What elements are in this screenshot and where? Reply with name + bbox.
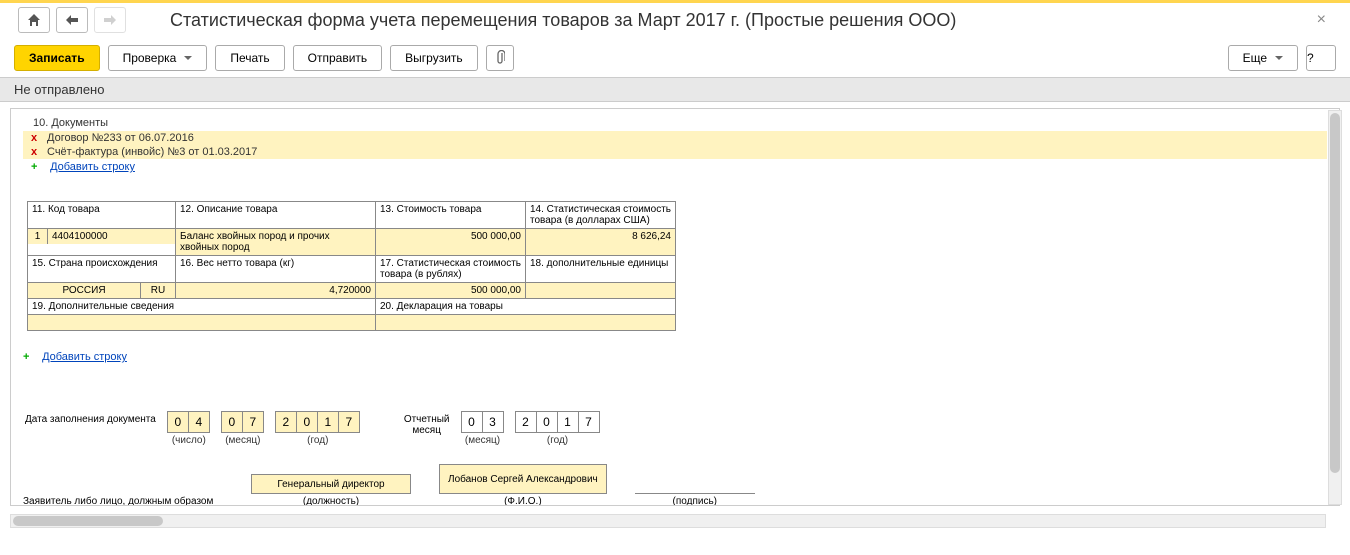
form-content: 10. Документы x Договор №233 от 06.07.20… [10, 108, 1340, 506]
col-11-header: 11. Код товара [28, 202, 176, 229]
add-goods-row-link[interactable]: Добавить строку [42, 351, 127, 363]
fill-date-label: Дата заполнения документа [25, 411, 156, 425]
row-number: 1 [28, 229, 48, 244]
weight-cell[interactable]: 4,720000 [176, 283, 376, 299]
goods-stat-usd-cell[interactable]: 8 626,24 [526, 229, 676, 256]
decl-cell[interactable] [376, 315, 676, 331]
check-button[interactable]: Проверка [108, 45, 208, 71]
extra-cell[interactable] [28, 315, 376, 331]
rep-year-sublabel: (год) [547, 435, 568, 446]
country-code: RU [141, 283, 175, 298]
horizontal-scrollbar[interactable] [10, 514, 1326, 528]
col-12-header: 12. Описание товара [176, 202, 376, 229]
month-sublabel: (месяц) [225, 435, 260, 446]
help-button[interactable]: ? [1306, 45, 1336, 71]
col-19-header: 19. Дополнительные сведения [28, 299, 376, 315]
goods-code-cell[interactable]: 1 4404100000 [28, 229, 176, 256]
col-18-header: 18. дополнительные единицы [526, 256, 676, 283]
month-digits[interactable]: 0 7 [222, 411, 264, 433]
col-15-header: 15. Страна происхождения [28, 256, 176, 283]
signature-line [635, 476, 755, 494]
documents-heading: 10. Документы [23, 117, 1327, 129]
day-sublabel: (число) [172, 435, 206, 446]
col-17-header: 17. Статистическая стоимость товара (в р… [376, 256, 526, 283]
position-field[interactable]: Генеральный директор [251, 474, 411, 494]
year-sublabel: (год) [307, 435, 328, 446]
report-period-label2: месяц [404, 425, 450, 436]
report-year-digits[interactable]: 2 0 1 7 [516, 411, 600, 433]
plus-icon: + [23, 351, 39, 363]
goods-desc-cell[interactable]: Баланс хвойных пород и прочих хвойных по… [176, 229, 376, 256]
country-cell[interactable]: РОССИЯ RU [28, 283, 176, 299]
vertical-scrollbar[interactable] [1328, 110, 1342, 505]
document-row[interactable]: x Счёт-фактура (инвойс) №3 от 01.03.2017 [23, 145, 1327, 159]
save-button[interactable]: Записать [14, 45, 100, 71]
goods-cost-cell[interactable]: 500 000,00 [376, 229, 526, 256]
signature-sublabel: (подпись) [635, 496, 755, 506]
country-name: РОССИЯ [28, 283, 141, 298]
col-16-header: 16. Вес нетто товара (кг) [176, 256, 376, 283]
fio-field[interactable]: Лобанов Сергей Александрович [439, 464, 607, 494]
col-20-header: 20. Декларация на товары [376, 299, 676, 315]
report-period-label1: Отчетный [404, 414, 450, 425]
day-digits[interactable]: 0 4 [168, 411, 210, 433]
goods-table: 11. Код товара 12. Описание товара 13. С… [27, 201, 676, 331]
add-document-link[interactable]: Добавить строку [50, 161, 135, 173]
units-cell[interactable] [526, 283, 676, 299]
arrow-right-icon [104, 15, 116, 25]
export-button[interactable]: Выгрузить [390, 45, 478, 71]
col-14-header: 14. Статистическая стоимость товара (в д… [526, 202, 676, 229]
nav-back-button[interactable] [56, 7, 88, 33]
stat-rub-cell[interactable]: 500 000,00 [376, 283, 526, 299]
plus-icon: + [31, 161, 47, 173]
nav-forward-button[interactable] [94, 7, 126, 33]
document-text: Счёт-фактура (инвойс) №3 от 01.03.2017 [47, 146, 257, 158]
home-icon [27, 13, 41, 27]
goods-code: 4404100000 [48, 229, 175, 244]
more-button[interactable]: Еще [1228, 45, 1298, 71]
paperclip-icon [495, 50, 505, 66]
print-button[interactable]: Печать [215, 45, 284, 71]
position-sublabel: (должность) [251, 496, 411, 506]
page-title: Статистическая форма учета перемещения т… [170, 10, 1303, 31]
fio-sublabel: (Ф.И.О.) [439, 496, 607, 506]
send-button[interactable]: Отправить [293, 45, 383, 71]
document-row[interactable]: x Договор №233 от 06.07.2016 [23, 131, 1327, 145]
arrow-left-icon [66, 15, 78, 25]
delete-row-icon[interactable]: x [31, 132, 47, 144]
delete-row-icon[interactable]: x [31, 146, 47, 158]
col-13-header: 13. Стоимость товара [376, 202, 526, 229]
report-month-digits[interactable]: 0 3 [462, 411, 504, 433]
document-text: Договор №233 от 06.07.2016 [47, 132, 194, 144]
year-digits[interactable]: 2 0 1 7 [276, 411, 360, 433]
rep-month-sublabel: (месяц) [465, 435, 500, 446]
close-button[interactable]: × [1303, 11, 1340, 29]
status-text: Не отправлено [0, 77, 1350, 102]
home-button[interactable] [18, 7, 50, 33]
attach-button[interactable] [486, 45, 514, 71]
applicant-label: Заявитель либо лицо, должным образом [23, 496, 223, 506]
